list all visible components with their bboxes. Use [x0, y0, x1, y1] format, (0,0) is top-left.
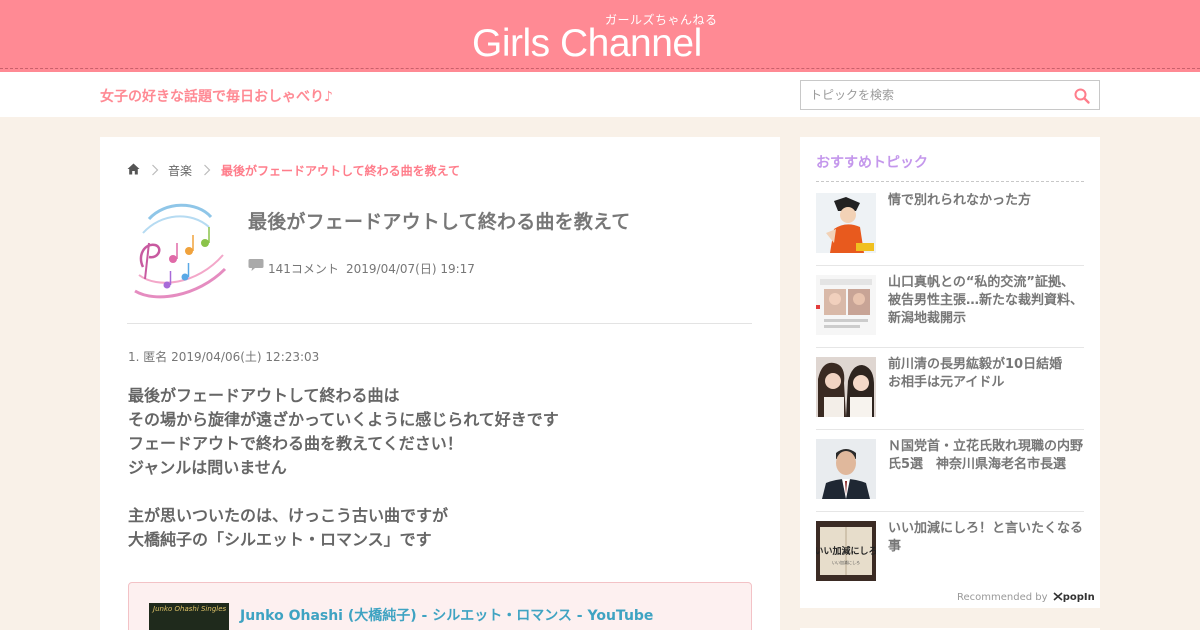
recommended-thumbnail[interactable]: [816, 275, 876, 335]
popin-icon: [1053, 592, 1063, 601]
site-tagline: 女子の好きな話題で毎日おしゃべり♪: [100, 89, 333, 105]
site-logo[interactable]: ガールズちゃんねる Girls Channel: [472, 8, 732, 65]
video-link[interactable]: Junko Ohashi (大橋純子) - シルエット・ロマンス - YouTu…: [240, 605, 653, 625]
recommended-item[interactable]: 山口真帆との“私的交流”証拠、被告男性主張…新たな裁判資料、新潟地裁開示: [816, 275, 1084, 357]
recommended-title[interactable]: Ｎ国党首・立花氏敗れ現職の内野氏5選 神奈川県海老名市長選: [888, 438, 1084, 474]
search-icon[interactable]: [1073, 87, 1091, 105]
comment-line: ジャンルは問いません: [128, 458, 287, 477]
topic-date: 2019/04/07(日) 19:17: [346, 262, 475, 276]
chevron-right-icon: [204, 164, 211, 176]
thumb-caption: いい加減にしろ: [816, 545, 876, 557]
video-thumb-caption: Junko Ohashi Singles: [153, 605, 227, 613]
recommended-item[interactable]: いい加減にしろ いい加減にしろ いい加減にしろ！と言いたくなる事: [816, 521, 1084, 603]
recommended-item[interactable]: 情で別れられなかった方: [816, 193, 1084, 275]
site-header: ガールズちゃんねる Girls Channel: [0, 0, 1200, 72]
recommended-brand: popIn: [1062, 592, 1095, 603]
comment-bubble-icon: [248, 259, 264, 271]
thumb-caption-small: いい加減にしろ: [832, 559, 860, 565]
recommended-title[interactable]: 山口真帆との“私的交流”証拠、被告男性主張…新たな裁判資料、新潟地裁開示: [888, 274, 1084, 328]
item-divider: [816, 265, 1084, 266]
comment-line: その場から旋律が遠ざかっていくように感じられて好きです: [128, 410, 559, 429]
sub-header: 女子の好きな話題で毎日おしゃべり♪: [0, 72, 1200, 117]
comment-body: 最後がフェードアウトして終わる曲は その場から旋律が遠ざかっていくように感じられ…: [128, 384, 559, 552]
comment-line: 主が思いついたのは、けっこう古い曲ですが: [128, 506, 449, 525]
logo-text: Girls Channel: [472, 22, 702, 65]
breadcrumb-current: 最後がフェードアウトして終わる曲を教えて: [221, 164, 461, 178]
recommended-thumbnail[interactable]: [816, 439, 876, 499]
recommended-thumbnail[interactable]: いい加減にしろ いい加減にしろ: [816, 521, 876, 581]
search-input[interactable]: [801, 81, 1063, 109]
item-divider: [816, 511, 1084, 512]
comment-line: 大橋純子の「シルエット・ロマンス」です: [128, 530, 432, 549]
recommended-by-label: Recommended by: [957, 592, 1048, 603]
item-divider: [816, 347, 1084, 348]
search-box: [800, 80, 1100, 110]
recommended-item[interactable]: 前川清の長男紘毅が10日結婚 お相手は元アイドル: [816, 357, 1084, 439]
recommended-title[interactable]: 情で別れられなかった方: [888, 192, 1084, 210]
breadcrumb-category[interactable]: 音楽: [168, 162, 192, 179]
home-icon[interactable]: [127, 163, 140, 175]
recommended-thumbnail[interactable]: [816, 357, 876, 417]
recommended-by[interactable]: Recommended by popIn: [957, 592, 1095, 603]
topic-thumbnail: [134, 203, 227, 299]
video-thumbnail[interactable]: Junko Ohashi Singles: [149, 603, 229, 630]
comment-line: 最後がフェードアウトして終わる曲は: [128, 386, 400, 405]
recommended-title[interactable]: 前川清の長男紘毅が10日結婚 お相手は元アイドル: [888, 356, 1084, 392]
comment-header: 1. 匿名 2019/04/06(土) 12:23:03: [128, 350, 320, 364]
content-divider: [127, 323, 752, 324]
video-embed-card[interactable]: Junko Ohashi Singles Junko Ohashi (大橋純子)…: [128, 582, 752, 630]
chevron-right-icon: [152, 164, 159, 176]
comment-count[interactable]: 141コメント: [268, 260, 339, 277]
comment-line: フェードアウトで終わる曲を教えてください！: [128, 434, 463, 453]
recommended-title[interactable]: いい加減にしろ！と言いたくなる事: [888, 520, 1084, 556]
recommended-item[interactable]: Ｎ国党首・立花氏敗れ現職の内野氏5選 神奈川県海老名市長選: [816, 439, 1084, 521]
recommended-thumbnail[interactable]: [816, 193, 876, 253]
header-divider: [0, 68, 1200, 69]
sidebar-divider: [816, 181, 1084, 182]
item-divider: [816, 429, 1084, 430]
topic-card: 音楽 最後がフェードアウトして終わる曲を教えて 最後がフェードアウトして終わる曲…: [100, 137, 780, 630]
topic-title: 最後がフェードアウトして終わる曲を教えて: [248, 211, 631, 233]
sidebar-title: おすすめトピック: [816, 155, 928, 171]
recommended-topics-panel: おすすめトピック 情で別れられなかった方 山口真帆との“私的交流”証拠、被告男性…: [800, 137, 1100, 608]
comment-line: [128, 480, 559, 504]
